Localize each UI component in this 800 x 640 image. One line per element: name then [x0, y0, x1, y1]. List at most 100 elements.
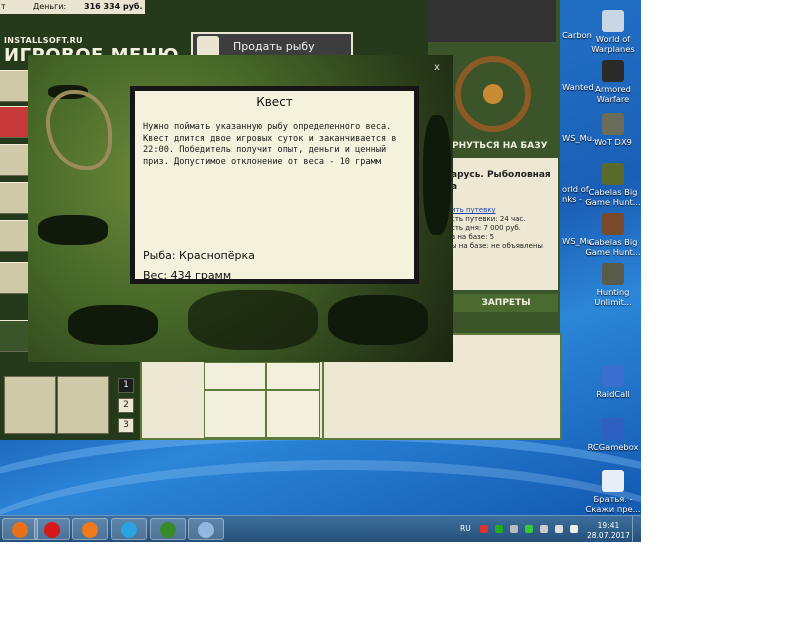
network-tray-icon[interactable]	[555, 525, 563, 533]
desktop-icon-label: Unlimit...	[594, 297, 632, 307]
wot-dx9-icon	[602, 113, 624, 135]
taskbar-skype-button[interactable]	[111, 518, 147, 540]
tray-icon[interactable]	[510, 525, 518, 533]
inventory-slot[interactable]	[204, 390, 266, 438]
logo-site: INSTALLSOFT.RU	[4, 36, 83, 45]
desktop-icon-label: Cabelas Big	[588, 187, 638, 197]
page-3-button[interactable]: 3	[118, 418, 134, 433]
berries-icon[interactable]	[0, 106, 28, 138]
base-panel-top	[428, 0, 556, 42]
quest-weight: Вес: 434 грамм	[143, 269, 232, 282]
clock[interactable]: 19:41 28.07.2017	[587, 521, 630, 541]
desktop-icon-raidcall[interactable]: RaidCall	[583, 365, 641, 399]
clock-time: 19:41	[597, 521, 620, 530]
quest-title: Квест	[256, 95, 293, 109]
clock-date: 28.07.2017	[587, 531, 630, 540]
desktop-icon-label: Warfare	[596, 94, 630, 104]
base-info-line: в на базе: 5	[451, 233, 495, 241]
desktop-icon-label: Game Hunt...	[585, 197, 641, 207]
fish-icon[interactable]	[57, 376, 109, 434]
show-desktop-button[interactable]	[632, 516, 641, 542]
base-info-panel: арусь. Рыболовная а ить путевку сть путе…	[445, 158, 558, 290]
quest-fish: Рыба: Краснопёрка	[143, 249, 255, 262]
world-of-warplanes-icon	[602, 10, 624, 32]
page-1-button[interactable]: 1	[118, 378, 134, 393]
desktop-icon-cabelas-big-game-hunt-2[interactable]: Cabelas Big Game Hunt...	[583, 213, 641, 257]
desktop-icon-world-of-warplanes[interactable]: World of Warplanes	[583, 10, 641, 54]
money-bar: т Деньги: 316 334 руб.	[0, 0, 145, 14]
desktop-icon-cabelas-big-game-hunt-1[interactable]: Cabelas Big Game Hunt...	[583, 163, 641, 207]
taskbar-firefox-button[interactable]	[2, 518, 38, 540]
desktop-icon-hunting-unlimited[interactable]: Hunting Unlimit...	[583, 263, 641, 307]
desktop-icon-label: Game Hunt...	[585, 247, 641, 257]
taskbar-paint-button[interactable]	[188, 518, 224, 540]
rules-tab[interactable]: ЗАПРЕТЫ	[454, 294, 558, 312]
desktop-icon-wot-dx9[interactable]: WoT DX9	[583, 113, 641, 147]
taskbar: RU 19:41 28.07.2017	[0, 515, 641, 542]
origin-icon	[82, 522, 98, 538]
language-indicator[interactable]: RU	[460, 524, 471, 542]
taskbar-opera-button[interactable]	[34, 518, 70, 540]
nvidia-tray-icon[interactable]	[525, 525, 533, 533]
texture-speck	[38, 215, 108, 245]
texture-speck	[68, 305, 158, 345]
skype-icon	[121, 522, 137, 538]
screen: т Деньги: 316 334 руб. INSTALLSOFT.RU ИГ…	[0, 0, 641, 542]
quest-dialog: Квест Нужно поймать указанную рыбу опред…	[130, 86, 419, 284]
cabelas-big-game-hunt-2-icon	[602, 213, 624, 235]
volume-tray-icon[interactable]	[570, 525, 578, 533]
texture-speck	[188, 290, 318, 350]
bratya-skazhi-icon	[602, 470, 624, 492]
base-info-line: ы на базе: не объявлены	[451, 242, 543, 250]
antivirus-tray-icon[interactable]	[480, 525, 488, 533]
sack-icon[interactable]	[0, 220, 28, 252]
buy-pass-link[interactable]: ить путевку	[451, 206, 496, 214]
map-icon[interactable]	[0, 182, 28, 214]
base-info-line: сть дня: 7 000 руб.	[451, 224, 521, 232]
base-title: арусь. Рыболовная	[451, 170, 551, 180]
opera-icon	[44, 522, 60, 538]
desktop-icon-label: Cabelas Big	[588, 237, 638, 247]
return-to-base-button[interactable]: РНУТЬСЯ НА БАЗУ	[452, 141, 548, 151]
desktop-icon-label: Hunting	[596, 287, 630, 297]
close-icon[interactable]: x	[434, 62, 440, 73]
desktop-icon-armored-warfare[interactable]: Armored Warfare	[583, 60, 641, 104]
flag-tray-icon[interactable]	[540, 525, 548, 533]
ship-wheel-icon[interactable]	[0, 262, 28, 294]
cutlery-icon[interactable]	[4, 376, 56, 434]
sell-fish-label: Продать рыбу	[233, 40, 315, 53]
armored-warfare-icon	[602, 60, 624, 82]
desktop-icon-label: RaidCall	[596, 389, 630, 399]
money-label: Деньги:	[33, 2, 67, 11]
desktop-icon-label: Братья. -	[593, 494, 633, 504]
house-icon[interactable]	[0, 144, 28, 176]
inventory-slot[interactable]	[266, 390, 320, 438]
money-value: 316 334 руб.	[84, 2, 143, 11]
taskbar-origin-button[interactable]	[72, 518, 108, 540]
paint-icon	[198, 522, 214, 538]
page-2-button[interactable]: 2	[118, 398, 134, 413]
desktop-icon-label: Warplanes	[591, 44, 635, 54]
ship-wheel-emblem-icon	[455, 56, 531, 132]
desktop-icon-label: World of	[595, 34, 631, 44]
game-butterfly-icon	[160, 522, 176, 538]
hunting-unlimited-icon	[602, 263, 624, 285]
desktop-icon-bratya-skazhi[interactable]: Братья. - Скажи пре...	[583, 470, 641, 514]
desktop-icon-rcgamebox[interactable]: RCGamebox	[583, 418, 641, 452]
tray-icon[interactable]	[495, 525, 503, 533]
taskbar-game-butterfly-button[interactable]	[150, 518, 186, 540]
money-bar-cut: т	[1, 2, 6, 11]
base-info-line: сть путевки: 24 час.	[451, 215, 526, 223]
cabelas-big-game-hunt-1-icon	[602, 163, 624, 185]
inventory-slot[interactable]	[266, 362, 320, 390]
firefox-icon	[12, 522, 28, 538]
desktop-icon-label: Скажи пре...	[585, 504, 641, 514]
spider-icon[interactable]	[0, 70, 28, 102]
texture-speck	[423, 115, 451, 235]
raidcall-icon	[602, 365, 624, 387]
inventory-slot[interactable]	[204, 362, 266, 390]
inventory-grid	[140, 360, 324, 440]
desktop-icon-label: RCGamebox	[587, 442, 639, 452]
rcgamebox-icon	[602, 418, 624, 440]
rod-icon[interactable]	[0, 320, 28, 352]
